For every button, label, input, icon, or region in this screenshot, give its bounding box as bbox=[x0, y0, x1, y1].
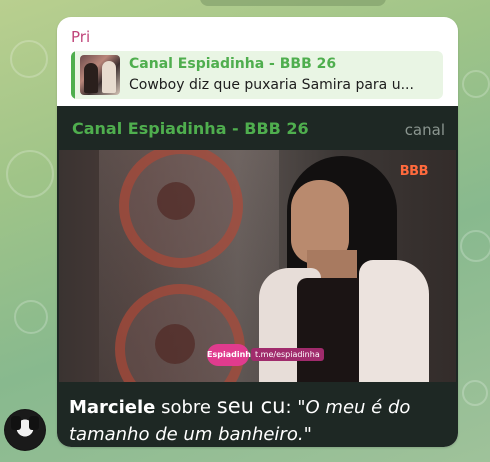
video-background-hub bbox=[155, 324, 195, 364]
media-channel-name[interactable]: Canal Espiadinha - BBB 26 bbox=[72, 119, 309, 138]
sender-avatar[interactable] bbox=[4, 409, 46, 451]
media-header: Canal Espiadinha - BBB 26 canal bbox=[57, 106, 458, 150]
video-frame[interactable]: BBB Espiadinha t.me/espiadinha bbox=[59, 150, 456, 382]
person-cardigan bbox=[359, 260, 429, 382]
caption-colon: : bbox=[285, 397, 292, 418]
date-pill bbox=[200, 0, 386, 6]
reply-channel-name: Canal Espiadinha - BBB 26 bbox=[129, 56, 337, 72]
message-bubble[interactable]: Pri Canal Espiadinha - BBB 26 Cowboy diz… bbox=[57, 17, 458, 447]
reply-thumbnail bbox=[80, 55, 120, 95]
reply-preview[interactable]: Canal Espiadinha - BBB 26 Cowboy diz que… bbox=[71, 51, 443, 99]
background-doodle bbox=[462, 380, 488, 406]
background-doodle bbox=[14, 300, 48, 334]
forwarded-media[interactable]: Canal Espiadinha - BBB 26 canal BBB Espi… bbox=[57, 106, 458, 447]
background-doodle bbox=[10, 40, 48, 78]
sender-name[interactable]: Pri bbox=[71, 28, 90, 46]
background-doodle bbox=[6, 150, 54, 198]
media-caption: Marciele sobre seu cu: "O meu é do taman… bbox=[69, 393, 447, 447]
reply-text: Cowboy diz que puxaria Samira para u... bbox=[129, 77, 414, 93]
watermark-logo: Espiadinha bbox=[207, 344, 256, 366]
bbb-logo: BBB bbox=[399, 164, 429, 179]
reply-accent-bar bbox=[71, 51, 75, 99]
background-doodle bbox=[462, 70, 490, 98]
channel-badge: canal bbox=[404, 121, 445, 139]
watermark-url: t.me/espiadinha bbox=[251, 348, 324, 361]
caption-word: sobre bbox=[161, 397, 212, 418]
caption-topic: seu cu bbox=[216, 394, 286, 418]
video-background-hub bbox=[157, 182, 195, 220]
background-doodle bbox=[460, 230, 490, 262]
caption-name: Marciele bbox=[69, 397, 156, 418]
